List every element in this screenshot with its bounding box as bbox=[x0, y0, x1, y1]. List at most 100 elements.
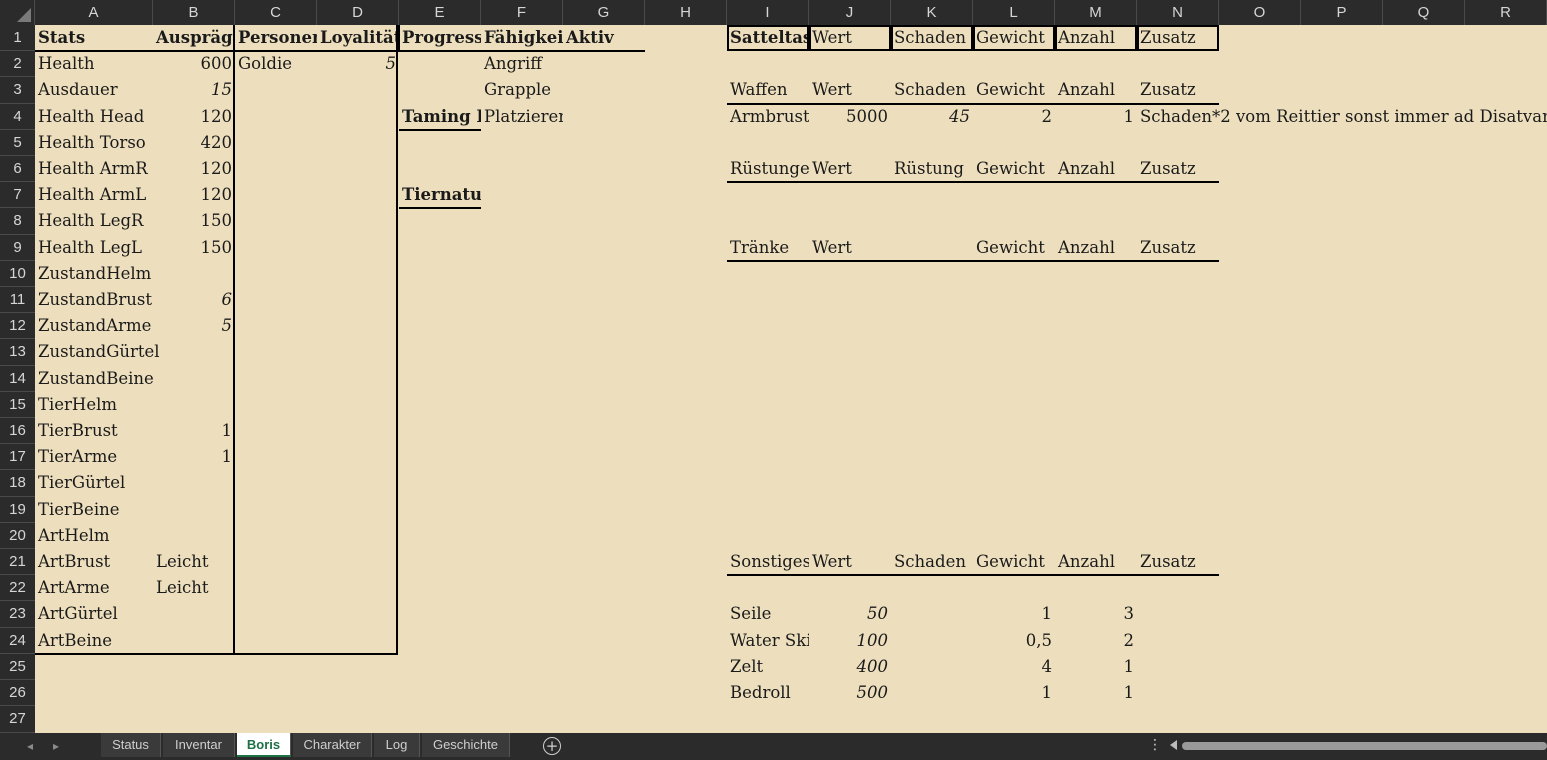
row-header-6[interactable]: 6 bbox=[0, 156, 35, 183]
ruestungen-col-header[interactable]: Zusatz bbox=[1137, 156, 1219, 182]
waffen-col-header[interactable]: Gewicht bbox=[973, 77, 1055, 103]
stat-label[interactable]: Health bbox=[35, 51, 98, 77]
stat-value[interactable]: 15 bbox=[153, 77, 235, 103]
tab-boris[interactable]: Boris bbox=[237, 733, 291, 757]
waffen-header[interactable]: Waffen bbox=[727, 77, 809, 103]
stat-label[interactable]: ZustandBeine bbox=[35, 366, 157, 392]
stat-value[interactable]: 120 bbox=[153, 182, 235, 208]
faehigkeit-item[interactable]: Grapple bbox=[481, 77, 563, 103]
ruestungen-header[interactable]: Rüstunger bbox=[727, 156, 809, 182]
auspraegung-header[interactable]: Ausprägu bbox=[153, 25, 235, 51]
stat-label[interactable]: TierArme bbox=[35, 444, 120, 470]
stat-value[interactable]: 1 bbox=[153, 418, 235, 444]
item-name[interactable]: Bedroll bbox=[727, 680, 809, 706]
item-gewicht[interactable]: 1 bbox=[973, 680, 1055, 706]
row-header-1[interactable]: 1 bbox=[0, 25, 35, 52]
stat-label[interactable]: Health ArmL bbox=[35, 182, 149, 208]
chevron-right-icon[interactable]: ▸ bbox=[48, 737, 64, 755]
row-header-22[interactable]: 22 bbox=[0, 575, 35, 602]
waffen-col-header[interactable]: Zusatz bbox=[1137, 77, 1219, 103]
row-header-7[interactable]: 7 bbox=[0, 182, 35, 209]
sonstiges-header[interactable]: Sonstiges bbox=[727, 549, 809, 575]
row-header-20[interactable]: 20 bbox=[0, 523, 35, 549]
item-anzahl[interactable]: 2 bbox=[1055, 628, 1137, 654]
aktiv-header[interactable]: Aktiv bbox=[563, 25, 645, 51]
horizontal-scrollbar[interactable] bbox=[1182, 742, 1547, 750]
stat-label[interactable]: ArtBeine bbox=[35, 628, 115, 654]
taming-label[interactable]: Taming I bbox=[399, 104, 481, 130]
row-header-15[interactable]: 15 bbox=[0, 392, 35, 418]
ruestungen-col-header[interactable]: Anzahl bbox=[1055, 156, 1137, 182]
scroll-left-icon[interactable] bbox=[1170, 740, 1177, 750]
row-header-16[interactable]: 16 bbox=[0, 418, 35, 445]
stat-value[interactable]: 6 bbox=[153, 287, 235, 313]
column-header-c[interactable]: C bbox=[235, 0, 317, 25]
stat-label[interactable]: TierBrust bbox=[35, 418, 121, 444]
stat-value[interactable]: 420 bbox=[153, 130, 235, 156]
stat-label[interactable]: ZustandHelm bbox=[35, 261, 154, 287]
row-header-12[interactable]: 12 bbox=[0, 313, 35, 340]
progression-header[interactable]: Progressi bbox=[399, 25, 481, 51]
weapon-anzahl[interactable]: 1 bbox=[1055, 104, 1137, 130]
row-header-25[interactable]: 25 bbox=[0, 654, 35, 680]
column-header-f[interactable]: F bbox=[481, 0, 563, 25]
column-header-g[interactable]: G bbox=[563, 0, 645, 25]
row-header-17[interactable]: 17 bbox=[0, 444, 35, 471]
person-name[interactable]: Goldie bbox=[235, 51, 317, 77]
stat-label[interactable]: Health ArmR bbox=[35, 156, 151, 182]
stat-value[interactable]: 120 bbox=[153, 156, 235, 182]
row-header-9[interactable]: 9 bbox=[0, 235, 35, 261]
faehigkeit-item[interactable]: Angriff bbox=[481, 51, 563, 77]
stat-label[interactable]: Health Torso bbox=[35, 130, 149, 156]
row-header-27[interactable]: 27 bbox=[0, 706, 35, 733]
item-gewicht[interactable]: 0,5 bbox=[973, 628, 1055, 654]
column-header-j[interactable]: J bbox=[809, 0, 891, 25]
row-header-13[interactable]: 13 bbox=[0, 339, 35, 366]
stat-value[interactable]: 1 bbox=[153, 444, 235, 470]
row-header-10[interactable]: 10 bbox=[0, 261, 35, 287]
stats-header[interactable]: Stats bbox=[35, 25, 153, 51]
sonstiges-col-header[interactable]: Zusatz bbox=[1137, 549, 1219, 575]
column-header-n[interactable]: N bbox=[1137, 0, 1219, 25]
stat-value[interactable]: Leicht bbox=[153, 549, 235, 575]
row-header-18[interactable]: 18 bbox=[0, 470, 35, 497]
row-header-8[interactable]: 8 bbox=[0, 208, 35, 235]
row-header-3[interactable]: 3 bbox=[0, 77, 35, 104]
stat-label[interactable]: Health LegR bbox=[35, 208, 146, 234]
sonstiges-col-header[interactable]: Schaden bbox=[891, 549, 973, 575]
column-header-o[interactable]: O bbox=[1219, 0, 1301, 25]
row-header-5[interactable]: 5 bbox=[0, 130, 35, 156]
tab-geschichte[interactable]: Geschichte bbox=[422, 733, 510, 757]
faehigkeit-item[interactable]: Platzieren bbox=[481, 104, 563, 130]
tab-inventar[interactable]: Inventar bbox=[163, 733, 235, 757]
column-header-h[interactable]: H bbox=[645, 0, 727, 25]
ruestungen-col-header[interactable]: Wert bbox=[809, 156, 891, 182]
column-header-m[interactable]: M bbox=[1055, 0, 1137, 25]
item-name[interactable]: Zelt bbox=[727, 654, 809, 680]
chevron-left-icon[interactable]: ◂ bbox=[22, 737, 38, 755]
stat-value[interactable]: Leicht bbox=[153, 575, 235, 601]
item-wert[interactable]: 400 bbox=[809, 654, 891, 680]
stat-value[interactable]: 120 bbox=[153, 104, 235, 130]
stat-label[interactable]: Health Head bbox=[35, 104, 147, 130]
stat-label[interactable]: TierBeine bbox=[35, 497, 123, 523]
weapon-gewicht[interactable]: 2 bbox=[973, 104, 1055, 130]
column-header-d[interactable]: D bbox=[317, 0, 399, 25]
item-gewicht[interactable]: 1 bbox=[973, 601, 1055, 627]
row-header-11[interactable]: 11 bbox=[0, 287, 35, 314]
stat-label[interactable]: ArtBrust bbox=[35, 549, 113, 575]
plus-circle-icon[interactable]: + bbox=[543, 737, 561, 755]
row-header-19[interactable]: 19 bbox=[0, 497, 35, 523]
stat-label[interactable]: Ausdauer bbox=[35, 77, 121, 103]
column-header-a[interactable]: A bbox=[35, 0, 153, 25]
stat-value[interactable]: 600 bbox=[153, 51, 235, 77]
stat-value[interactable]: 150 bbox=[153, 235, 235, 261]
column-header-r[interactable]: R bbox=[1465, 0, 1547, 25]
column-header-b[interactable]: B bbox=[153, 0, 235, 25]
row-header-2[interactable]: 2 bbox=[0, 51, 35, 78]
waffen-col-header[interactable]: Anzahl bbox=[1055, 77, 1137, 103]
row-header-14[interactable]: 14 bbox=[0, 366, 35, 392]
traenke-col-header[interactable]: Zusatz bbox=[1137, 235, 1219, 261]
stat-label[interactable]: TierGürtel bbox=[35, 470, 128, 496]
personen-header[interactable]: Personen bbox=[235, 25, 317, 51]
